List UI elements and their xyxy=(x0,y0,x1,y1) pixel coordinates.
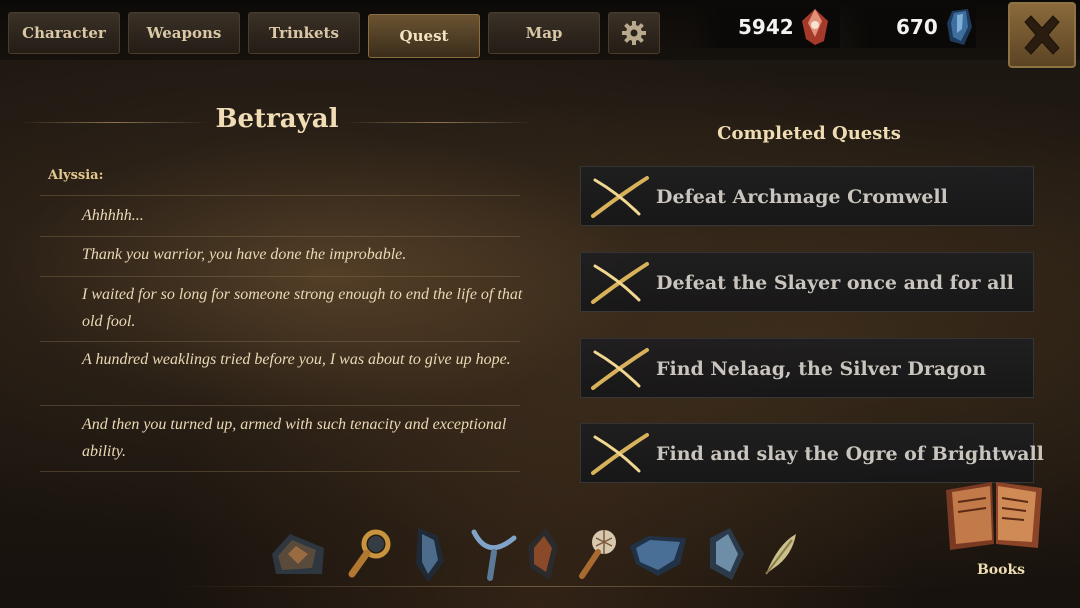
crystal-shard-icon[interactable] xyxy=(696,524,756,584)
dialog-line: Ahhhhh... xyxy=(82,207,144,224)
crossed-swords-icon xyxy=(591,262,649,304)
items-divider xyxy=(170,586,910,587)
dialog-divider xyxy=(40,276,520,277)
dialog-divider xyxy=(40,341,520,342)
dark-shard-icon[interactable] xyxy=(404,524,464,584)
crossed-swords-icon xyxy=(591,433,649,475)
dialog-divider xyxy=(40,405,520,406)
dialog-divider xyxy=(40,236,520,237)
tab-map[interactable]: Map xyxy=(488,12,600,54)
settings-button[interactable] xyxy=(608,12,660,54)
feather-icon[interactable] xyxy=(752,524,812,584)
completed-quest-label: Find Nelaag, the Silver Dragon xyxy=(656,358,987,380)
ember-shard-icon[interactable] xyxy=(514,524,574,584)
close-button[interactable] xyxy=(1008,2,1076,68)
magnifying-glass-icon[interactable] xyxy=(340,524,400,584)
dialog-line: I waited for so long for someone strong … xyxy=(82,286,523,330)
gold-value: 5942 xyxy=(738,15,794,39)
completed-quest-row[interactable]: Find and slay the Ogre of Brightwall xyxy=(580,423,1044,483)
tab-character[interactable]: Character xyxy=(8,12,120,54)
crystal-value: 670 xyxy=(896,15,938,39)
gear-icon xyxy=(622,21,646,45)
tab-quest[interactable]: Quest xyxy=(368,14,480,58)
completed-quest-row[interactable]: Defeat the Slayer once and for all xyxy=(580,252,1034,312)
dialog-line: Thank you warrior, you have done the imp… xyxy=(82,246,407,263)
completed-quest-label: Defeat Archmage Cromwell xyxy=(656,186,948,208)
crystal-counter: 670 xyxy=(842,6,976,48)
dialog-line: And then you turned up, armed with such … xyxy=(82,416,507,460)
dialog-divider xyxy=(40,195,520,196)
blue-crystal-icon xyxy=(946,9,972,45)
dialog-divider xyxy=(40,471,520,472)
dialog-line: A hundred weaklings tried before you, I … xyxy=(82,351,511,368)
tab-trinkets[interactable]: Trinkets xyxy=(248,12,360,54)
books-label[interactable]: Books xyxy=(950,562,1052,578)
completed-quest-row[interactable]: Defeat Archmage Cromwell xyxy=(580,166,1034,226)
red-gem-icon xyxy=(801,9,828,45)
quest-title: Betrayal xyxy=(215,104,339,134)
completed-quests-title: Completed Quests xyxy=(717,123,901,144)
gold-counter: 5942 xyxy=(690,6,840,48)
crossed-swords-icon xyxy=(591,348,649,390)
completed-quest-row[interactable]: Find Nelaag, the Silver Dragon xyxy=(580,338,1034,398)
rock-shard-icon[interactable] xyxy=(268,524,328,584)
blue-rock-icon[interactable] xyxy=(628,524,688,584)
close-icon xyxy=(1024,15,1060,55)
tab-weapons[interactable]: Weapons xyxy=(128,12,240,54)
speaker-name: Alyssia: xyxy=(48,168,104,183)
crossed-swords-icon xyxy=(591,176,649,218)
completed-quest-label: Defeat the Slayer once and for all xyxy=(656,272,1014,294)
completed-quest-label: Find and slay the Ogre of Brightwall xyxy=(656,443,1044,465)
web-wand-icon[interactable] xyxy=(570,524,630,584)
books-icon[interactable] xyxy=(942,478,1046,554)
